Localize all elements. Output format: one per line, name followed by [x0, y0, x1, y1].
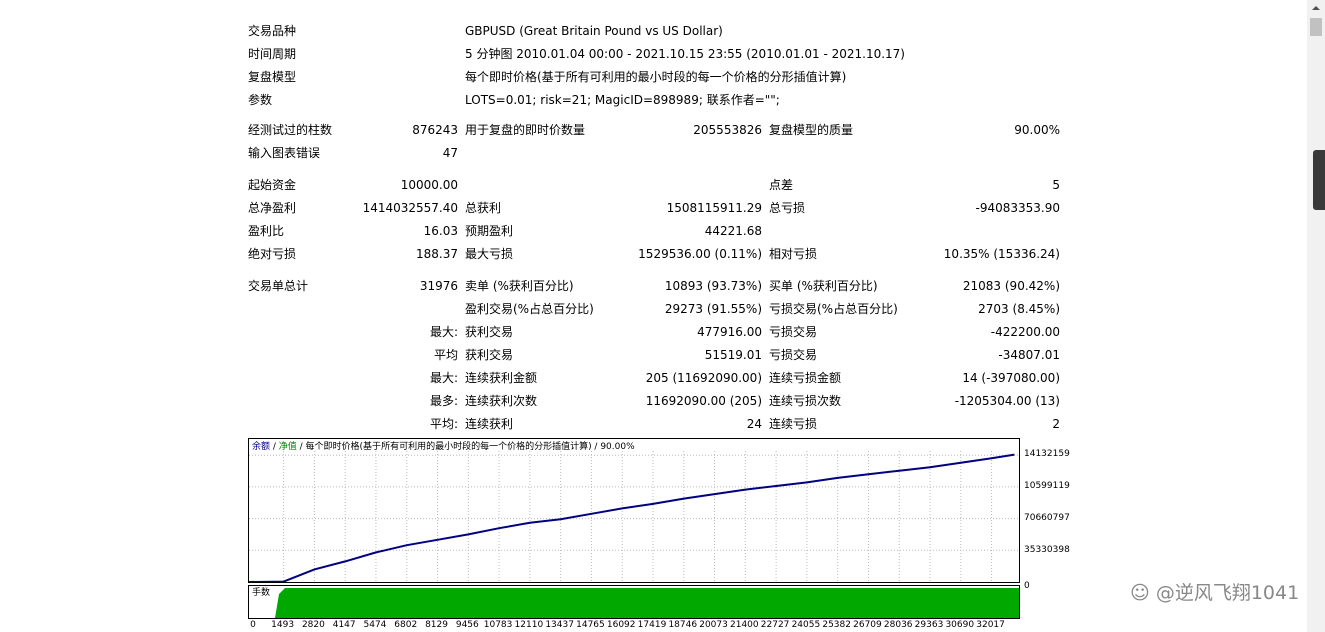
x-tick-label: 5474 — [363, 620, 387, 630]
x-tick-label: 12110 — [514, 620, 544, 630]
stat-value: -1205304.00 (13) — [954, 394, 1060, 408]
stat-value: 44221.68 — [704, 224, 762, 238]
stat-value: 2703 (8.45%) — [978, 302, 1060, 316]
x-tick-label: 14765 — [576, 620, 605, 630]
x-tick-label: 16092 — [606, 620, 636, 630]
stat-value: 10893 (93.73%) — [664, 279, 762, 293]
x-tick-label: 24055 — [791, 620, 821, 630]
side-panel-tab-icon[interactable] — [1313, 150, 1325, 210]
volume-label: 手数 — [252, 588, 271, 598]
header-value: 每个即时价格(基于所有可利用的最小时段的每一个价格的分形插值计算) — [465, 70, 847, 84]
x-tick-label: 10783 — [483, 620, 513, 630]
x-tick-label: 17419 — [637, 620, 667, 630]
header-value: LOTS=0.01; risk=21; MagicID=898989; 联系作者… — [465, 93, 780, 107]
stat-value: 876243 — [412, 123, 458, 137]
stat-value: 188.37 — [416, 247, 458, 261]
stat-value: 10000.00 — [400, 178, 458, 192]
stat-value: 31976 — [419, 279, 458, 293]
stat-value: 2 — [1052, 417, 1060, 431]
scrollbar-thumb[interactable] — [1310, 18, 1322, 36]
scroll-up-arrow-icon[interactable] — [1310, 2, 1322, 14]
stat-value: 16.03 — [423, 224, 458, 238]
x-tick-label: 22727 — [760, 620, 790, 630]
watermark: ☺ @逆风飞翔1041 — [1130, 582, 1300, 604]
y-tick-label: 0 — [1024, 581, 1030, 591]
x-tick-label: 29363 — [914, 620, 944, 630]
x-tick-label: 21400 — [729, 620, 759, 630]
stat-value: 90.00% — [1014, 123, 1060, 137]
stat-value: 最大: — [429, 371, 458, 385]
stat-value: 1414032557.40 — [362, 201, 458, 215]
volume-area — [249, 588, 1019, 618]
stat-value: 205553826 — [693, 123, 762, 137]
y-tick-label: 14132159 — [1024, 449, 1070, 459]
y-tick-label: 35330398 — [1024, 545, 1070, 555]
stat-value: -34807.01 — [998, 348, 1060, 362]
x-tick-label: 4147 — [332, 620, 356, 630]
volume-chart: 手数 — [248, 585, 1020, 619]
x-tick-label: 20073 — [699, 620, 728, 630]
stat-value: 51519.01 — [704, 348, 762, 362]
stat-value: 1529536.00 (0.11%) — [638, 247, 762, 261]
x-tick-label: 13437 — [545, 620, 574, 630]
stat-value: 21083 (90.42%) — [962, 279, 1060, 293]
x-tick-label: 32017 — [976, 620, 1005, 630]
x-tick-label: 26709 — [853, 620, 882, 630]
report-table: 交易品种 GBPUSD (Great Britain Pound vs US Do… — [0, 0, 1325, 440]
stat-value: -422200.00 — [990, 325, 1060, 339]
y-tick-label: 10599119 — [1024, 481, 1070, 491]
volume-chart-plot — [249, 588, 1019, 618]
stat-value: 最大: — [429, 325, 458, 339]
stat-value: 14 (-397080.00) — [962, 371, 1060, 385]
stat-value: 29273 (91.55%) — [664, 302, 762, 316]
x-tick-label: 30690 — [945, 620, 975, 630]
header-label: 参数 — [248, 93, 273, 107]
stat-value: 平均: — [429, 417, 458, 431]
stat-value: 最多: — [429, 394, 458, 408]
x-tick-label: 18746 — [668, 620, 698, 630]
y-tick-label: 70660797 — [1024, 513, 1070, 523]
stat-value: 1508115911.29 — [666, 201, 762, 215]
stat-value: 47 — [442, 146, 458, 160]
x-tick-label: 9456 — [455, 620, 479, 630]
header-label: 复盘模型 — [248, 70, 297, 84]
stat-value: 10.35% (15336.24) — [943, 247, 1060, 261]
x-tick-label: 28036 — [883, 620, 913, 630]
header-value: 5 分钟图 2010.01.04 00:00 - 2021.10.15 23:5… — [465, 47, 905, 61]
stat-value: -94083353.90 — [975, 201, 1061, 215]
balance-chart-plot — [249, 451, 1019, 582]
stat-value: 11692090.00 (205) — [645, 394, 762, 408]
stat-value: 477916.00 — [697, 325, 762, 339]
x-tick-label: 0 — [250, 620, 256, 630]
stat-value: 5 — [1052, 178, 1060, 192]
stat-value: 205 (11692090.00) — [645, 371, 762, 385]
x-tick-label: 25382 — [822, 620, 851, 630]
balance-chart: 余额 / 净值 / 每个即时价格(基于所有可利用的最小时段的每一个价格的分形插值… — [248, 438, 1020, 583]
vertical-scrollbar[interactable] — [1307, 0, 1325, 632]
x-tick-label: 1493 — [271, 620, 295, 630]
x-tick-label: 6802 — [394, 620, 418, 630]
stat-value: 平均 — [433, 348, 458, 362]
header-label: 时间周期 — [248, 47, 297, 61]
header-label: 交易品种 — [248, 24, 297, 38]
stat-value: 24 — [746, 417, 762, 431]
x-tick-label: 8129 — [425, 620, 448, 630]
header-value: GBPUSD (Great Britain Pound vs US Dollar… — [465, 24, 723, 38]
x-tick-label: 2820 — [301, 620, 325, 630]
